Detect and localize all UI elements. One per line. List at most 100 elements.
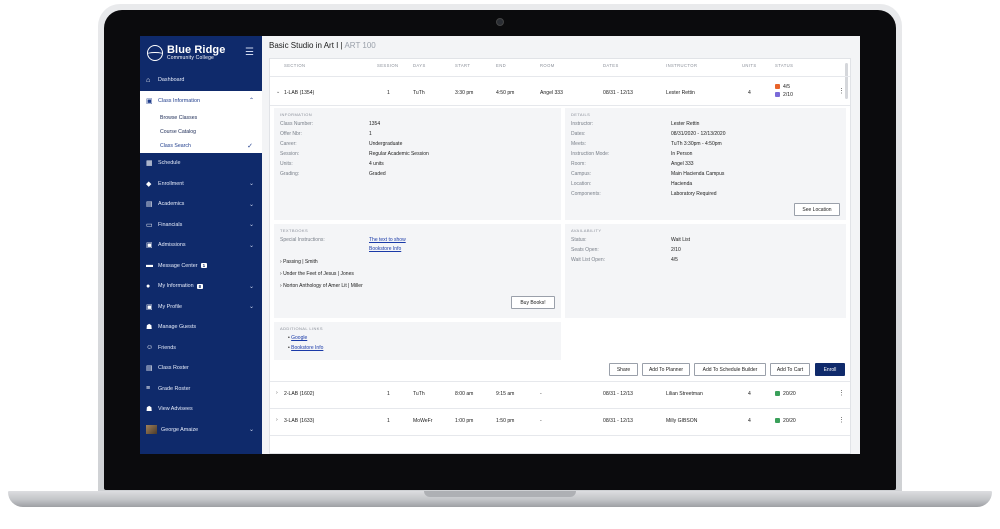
sidebar-item-label: Academics xyxy=(158,201,185,208)
sidebar-item-dashboard[interactable]: ⌂ Dashboard xyxy=(140,70,262,91)
calendar-icon: ▦ xyxy=(146,160,153,168)
sidebar-item-label: Manage Guests xyxy=(158,324,197,331)
open-seats-icon xyxy=(775,418,780,423)
sidebar-item-class-information[interactable]: ▣ Class Information ⌃ xyxy=(140,91,262,112)
buy-books-button[interactable]: Buy Books! xyxy=(511,296,555,309)
row-room: - xyxy=(540,418,542,424)
textbook-title: Norton Anthology of Amer Lit | Miller xyxy=(283,283,363,289)
row-start: 8:00 am xyxy=(455,391,474,397)
row-session: 1 xyxy=(387,418,390,424)
chevron-right-icon: › xyxy=(280,259,282,265)
availability-panel: AVAILABILITY Status: Wait List Seats Ope… xyxy=(565,224,846,318)
detail-label: Components: xyxy=(571,191,601,197)
info-label: Offer Nbr: xyxy=(280,131,302,137)
detail-value: TuTh 3:30pm - 4:50pm xyxy=(671,141,722,147)
chevron-down-icon: ⌄ xyxy=(248,222,254,229)
sidebar-item-label: My Information xyxy=(158,283,194,290)
row-dates: 08/31 - 12/13 xyxy=(603,418,634,424)
textbook-item[interactable]: › Norton Anthology of Amer Lit | Miller xyxy=(280,283,363,289)
sidebar-subitem-course-catalog[interactable]: Course Catalog xyxy=(140,125,262,139)
bookstore-link[interactable]: Bookstore Info xyxy=(291,345,323,351)
col-header-days: DAYS xyxy=(413,63,426,68)
row-units: 4 xyxy=(748,418,751,424)
chevron-right-icon[interactable]: › xyxy=(276,390,278,396)
course-title: Basic Studio in Art I xyxy=(269,41,339,50)
sidebar-item-label: My Profile xyxy=(158,303,182,310)
sidebar-subitem-label: Class Search xyxy=(160,143,191,149)
detail-label: Instruction Mode: xyxy=(571,151,610,157)
sidebar-item-friends[interactable]: ☺ Friends xyxy=(140,338,262,359)
status-seats: 2/10 xyxy=(775,92,793,98)
row-end: 1:50 pm xyxy=(496,418,515,424)
details-title: DETAILS xyxy=(571,112,591,117)
add-to-cart-button[interactable]: Add To Cart xyxy=(770,363,810,376)
enroll-button[interactable]: Enroll xyxy=(815,363,845,376)
sidebar-item-user[interactable]: George Amaize ⌄ xyxy=(140,420,262,441)
hamburger-menu-icon[interactable]: ☰ xyxy=(245,47,254,58)
sidebar-subitem-class-search[interactable]: Class Search ✓ xyxy=(140,139,262,153)
more-options-icon[interactable]: ⋮ xyxy=(838,416,845,424)
laptop-notch xyxy=(424,491,576,497)
chevron-right-icon[interactable]: › xyxy=(276,417,278,423)
detail-value: Laboratory Required xyxy=(671,191,717,197)
sidebar-subitem-browse-classes[interactable]: Browse Classes xyxy=(140,111,262,125)
detail-label: Location: xyxy=(571,181,592,187)
sidebar-item-class-roster[interactable]: ▤ Class Roster xyxy=(140,358,262,379)
info-value: 4 units xyxy=(369,161,384,167)
info-label: Career: xyxy=(280,141,297,147)
guests-icon: ☗ xyxy=(146,324,153,332)
add-to-planner-button[interactable]: Add To Planner xyxy=(642,363,690,376)
book-icon: ▣ xyxy=(146,97,153,105)
header-divider xyxy=(270,76,850,77)
status-value: 20/20 xyxy=(783,418,796,424)
row-start: 3:30 pm xyxy=(455,90,474,96)
textbook-item[interactable]: › Under the Feet of Jesus | Jones xyxy=(280,271,354,277)
sidebar-item-message-center[interactable]: ▬ Message Center 1 xyxy=(140,256,262,277)
info-value: 1 xyxy=(369,131,372,137)
bookstore-info-link[interactable]: Bookstore Info xyxy=(369,246,401,252)
sidebar-item-view-advisees[interactable]: ☗ View Advisees xyxy=(140,399,262,420)
smile-icon: ☺ xyxy=(146,344,154,352)
status-waitlist: 4/5 xyxy=(775,84,790,90)
logo-text: Blue Ridge Community College xyxy=(167,45,225,61)
sidebar-item-label: Admissions xyxy=(158,242,186,249)
info-value: Undergraduate xyxy=(369,141,403,147)
sidebar-item-academics[interactable]: ▤ Academics ⌄ xyxy=(140,194,262,215)
sidebar-item-manage-guests[interactable]: ☗ Manage Guests xyxy=(140,317,262,338)
scrollbar[interactable] xyxy=(845,63,848,99)
share-button[interactable]: Share xyxy=(609,363,638,376)
detail-value: Angel 333 xyxy=(671,161,694,167)
textbook-item[interactable]: › Passing | Smith xyxy=(280,259,318,265)
more-options-icon[interactable]: ⋮ xyxy=(838,389,845,397)
google-link[interactable]: Google xyxy=(291,335,307,341)
row-dates: 08/31 - 12/13 xyxy=(603,90,634,96)
waitlist-icon xyxy=(775,84,780,89)
sidebar-item-financials[interactable]: ▭ Financials ⌄ xyxy=(140,215,262,236)
sidebar: Blue Ridge Community College ☰ ⌂ Dashboa… xyxy=(140,36,262,454)
sidebar-item-schedule[interactable]: ▦ Schedule xyxy=(140,153,262,174)
textbook-title: Under the Feet of Jesus | Jones xyxy=(283,271,354,277)
chevron-down-icon: ⌄ xyxy=(248,201,254,208)
col-header-room: ROOM xyxy=(540,63,555,68)
sidebar-item-enrollment[interactable]: ◆ Enrollment ⌄ xyxy=(140,174,262,195)
sidebar-item-grade-roster[interactable]: ≡ Grade Roster xyxy=(140,379,262,400)
chevron-down-icon[interactable]: ⌄ xyxy=(276,89,280,95)
row-session: 1 xyxy=(387,90,390,96)
text-to-show-link[interactable]: The text to show xyxy=(369,237,406,243)
sidebar-item-admissions[interactable]: ▣ Admissions ⌄ xyxy=(140,235,262,256)
row-start: 1:00 pm xyxy=(455,418,474,424)
card-icon: ▭ xyxy=(146,221,153,229)
add-to-schedule-builder-button[interactable]: Add To Schedule Builder xyxy=(694,363,766,376)
availability-title: AVAILABILITY xyxy=(571,228,602,233)
sidebar-item-my-profile[interactable]: ▣ My Profile ⌄ xyxy=(140,297,262,318)
college-logo[interactable]: Blue Ridge Community College xyxy=(140,36,262,70)
chevron-right-icon: › xyxy=(280,271,282,277)
more-options-icon[interactable]: ⋮ xyxy=(838,87,845,95)
see-location-button[interactable]: See Location xyxy=(794,203,840,216)
row-days: MoWeFr xyxy=(413,418,433,424)
sidebar-subitem-label: Course Catalog xyxy=(160,129,197,135)
detail-value: Hacienda xyxy=(671,181,693,187)
sidebar-item-my-information[interactable]: ● My Information 8 ⌄ xyxy=(140,276,262,297)
class-sections-card: SECTION SESSION DAYS START END ROOM DATE… xyxy=(269,58,851,454)
row-room: Angel 333 xyxy=(540,90,563,96)
